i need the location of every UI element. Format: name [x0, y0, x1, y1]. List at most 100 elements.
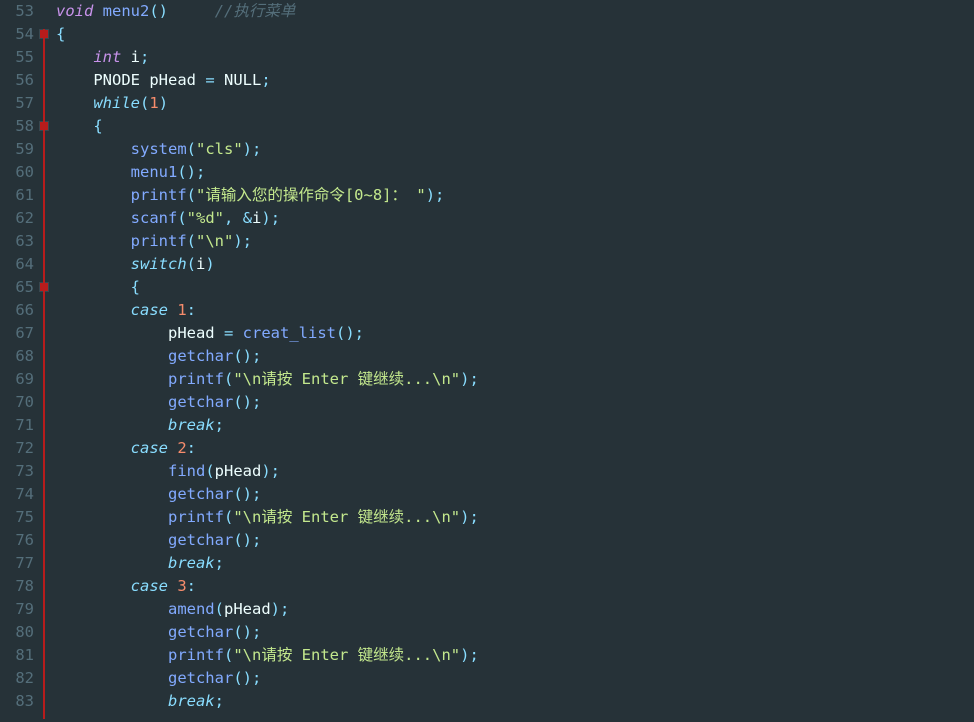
token-op: ; [469, 506, 478, 529]
token-fn: creat_list [243, 322, 336, 345]
token-op: = [224, 322, 233, 345]
code-line[interactable]: menu1(); [56, 161, 974, 184]
code-editor-content[interactable]: void menu2() //执行菜单{ int i; PNODE pHead … [52, 0, 974, 722]
line-number: 81 [0, 644, 34, 667]
token-paren: () [233, 667, 252, 690]
token-paren: ( [187, 138, 196, 161]
token-paren: ( [224, 506, 233, 529]
token-kw: break [168, 552, 215, 575]
fold-column [38, 0, 52, 722]
line-number: 74 [0, 483, 34, 506]
token-id: PNODE pHead [93, 69, 205, 92]
token-op: ; [252, 621, 261, 644]
code-line[interactable]: find(pHead); [56, 460, 974, 483]
code-line[interactable]: case 1: [56, 299, 974, 322]
code-line[interactable]: break; [56, 552, 974, 575]
line-number: 65 [0, 276, 34, 299]
code-line[interactable]: printf("请输入您的操作命令[0~8]： "); [56, 184, 974, 207]
token-str: "\n请按 Enter 键继续...\n" [233, 506, 460, 529]
code-line[interactable]: void menu2() //执行菜单 [56, 0, 974, 23]
token-op: ; [243, 230, 252, 253]
token-op: ; [252, 529, 261, 552]
token-num: 3 [177, 575, 186, 598]
code-line[interactable]: while(1) [56, 92, 974, 115]
token-str: "%d" [187, 207, 224, 230]
line-number: 73 [0, 460, 34, 483]
token-paren: () [233, 391, 252, 414]
token-str: "\n" [196, 230, 233, 253]
code-line[interactable]: case 3: [56, 575, 974, 598]
token-op: { [93, 115, 102, 138]
token-num: 2 [177, 437, 186, 460]
code-line[interactable]: printf("\n请按 Enter 键继续...\n"); [56, 368, 974, 391]
code-line[interactable]: { [56, 276, 974, 299]
code-line[interactable]: getchar(); [56, 345, 974, 368]
token-id [168, 437, 177, 460]
token-fn: printf [131, 230, 187, 253]
code-line[interactable]: amend(pHead); [56, 598, 974, 621]
token-fn: system [131, 138, 187, 161]
code-line[interactable]: printf("\n"); [56, 230, 974, 253]
token-paren: ( [224, 368, 233, 391]
token-id: pHead [224, 598, 271, 621]
line-number: 58 [0, 115, 34, 138]
token-id: i [121, 46, 140, 69]
token-fn: getchar [168, 529, 233, 552]
code-line[interactable]: printf("\n请按 Enter 键继续...\n"); [56, 644, 974, 667]
code-line[interactable]: case 2: [56, 437, 974, 460]
code-line[interactable]: switch(i) [56, 253, 974, 276]
code-line[interactable]: scanf("%d", &i); [56, 207, 974, 230]
token-id [93, 0, 102, 23]
token-fn: getchar [168, 667, 233, 690]
token-paren: ) [261, 207, 270, 230]
code-line[interactable]: getchar(); [56, 621, 974, 644]
code-line[interactable]: getchar(); [56, 483, 974, 506]
token-paren: ) [233, 230, 242, 253]
token-fn: printf [131, 184, 187, 207]
code-line[interactable]: system("cls"); [56, 138, 974, 161]
code-line[interactable]: break; [56, 414, 974, 437]
token-str: "请输入您的操作命令[0~8]： [196, 184, 407, 207]
token-paren: ( [215, 598, 224, 621]
token-op: ; [140, 46, 149, 69]
token-paren: () [149, 0, 168, 23]
line-number: 79 [0, 598, 34, 621]
line-number: 83 [0, 690, 34, 713]
line-number: 80 [0, 621, 34, 644]
token-paren: () [177, 161, 196, 184]
token-kw: case [131, 437, 168, 460]
token-op: : [187, 299, 196, 322]
code-line[interactable]: printf("\n请按 Enter 键继续...\n"); [56, 506, 974, 529]
token-paren: ) [426, 184, 435, 207]
token-op: ; [215, 552, 224, 575]
token-op: ; [252, 345, 261, 368]
code-line[interactable]: break; [56, 690, 974, 713]
token-fn: scanf [131, 207, 178, 230]
token-id: NULL [215, 69, 262, 92]
token-op: ; [252, 138, 261, 161]
line-number: 67 [0, 322, 34, 345]
token-kw: case [131, 299, 168, 322]
code-line[interactable]: getchar(); [56, 529, 974, 552]
code-line[interactable]: PNODE pHead = NULL; [56, 69, 974, 92]
line-number: 70 [0, 391, 34, 414]
token-op: ; [469, 368, 478, 391]
token-paren: ( [187, 184, 196, 207]
token-paren: ) [460, 644, 469, 667]
token-fn: getchar [168, 345, 233, 368]
line-number: 77 [0, 552, 34, 575]
code-line[interactable]: int i; [56, 46, 974, 69]
code-line[interactable]: pHead = creat_list(); [56, 322, 974, 345]
code-line[interactable]: getchar(); [56, 667, 974, 690]
code-line[interactable]: getchar(); [56, 391, 974, 414]
token-id: pHead [215, 460, 262, 483]
token-kw: break [168, 414, 215, 437]
token-paren: ( [205, 460, 214, 483]
code-line[interactable]: { [56, 115, 974, 138]
token-op: ; [215, 690, 224, 713]
code-line[interactable]: { [56, 23, 974, 46]
token-fn: menu1 [131, 161, 178, 184]
token-op: : [187, 437, 196, 460]
token-op: ; [215, 414, 224, 437]
token-fn: getchar [168, 621, 233, 644]
